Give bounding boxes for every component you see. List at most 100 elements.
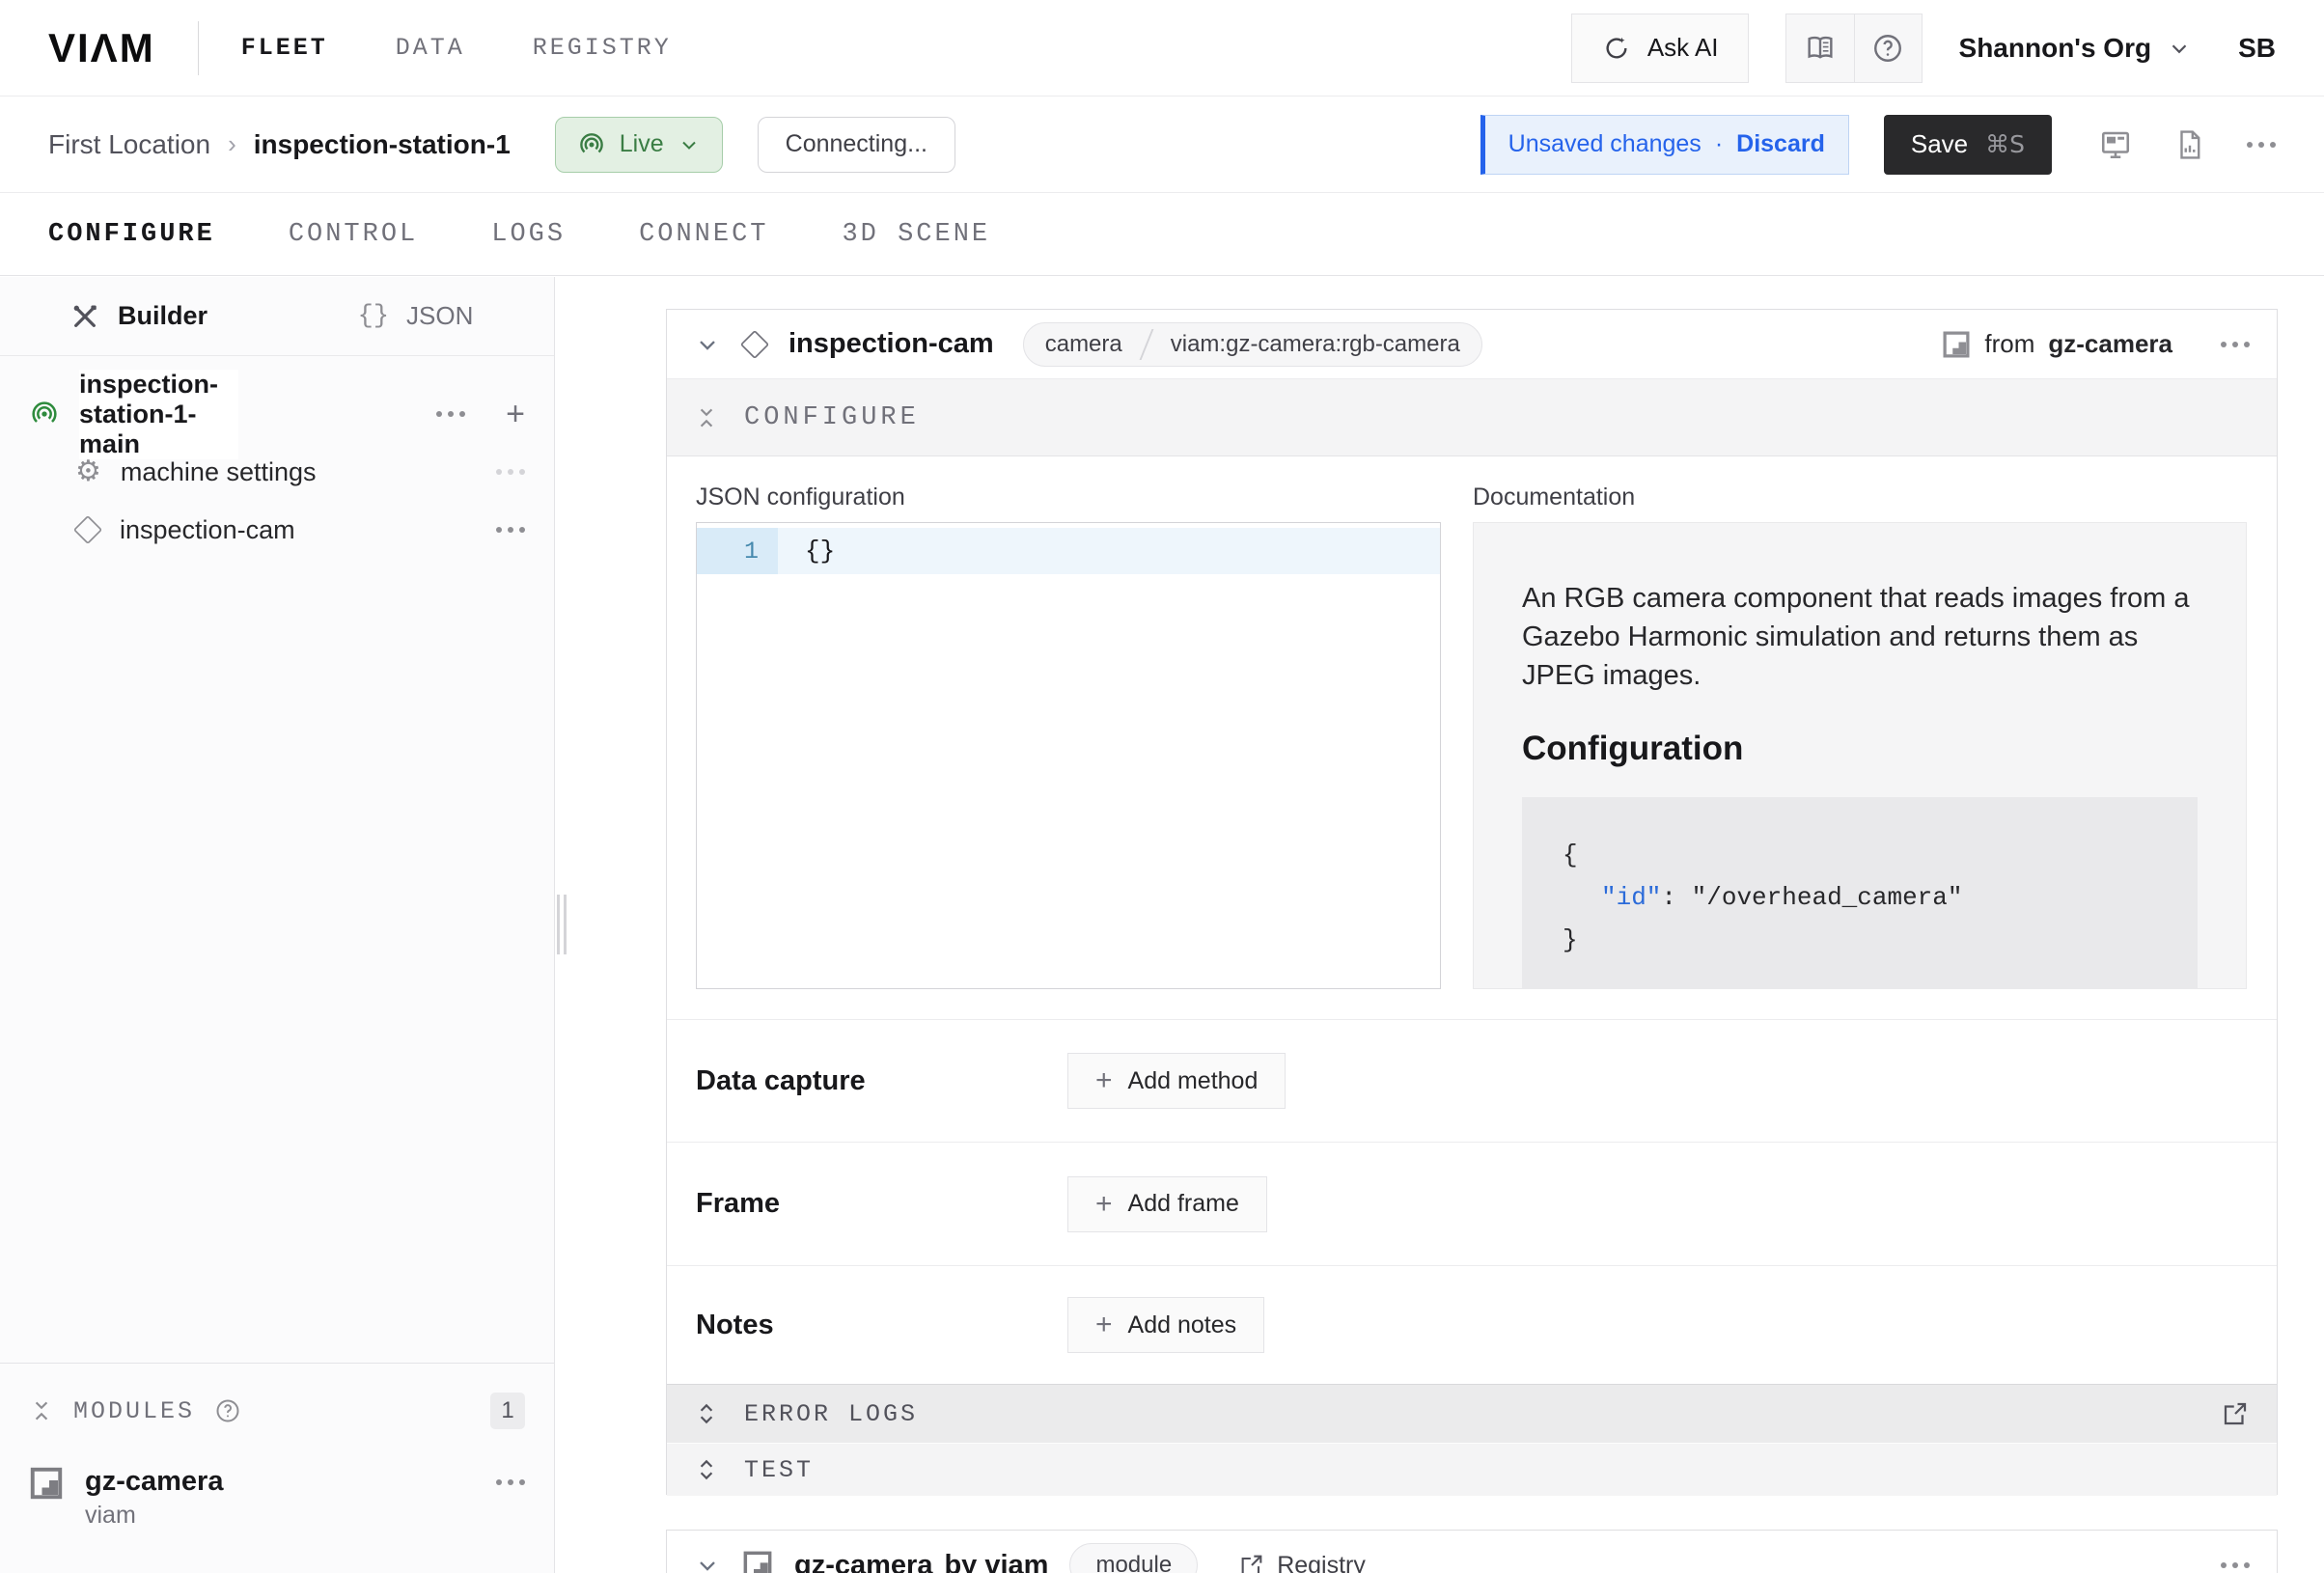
nav-data[interactable]: DATA: [396, 34, 465, 62]
tab-logs[interactable]: LOGS: [491, 220, 566, 249]
expand-icon: [694, 1457, 719, 1482]
notes-label: Notes: [696, 1310, 1067, 1341]
plus-icon: +: [1095, 1311, 1113, 1339]
breadcrumb-location[interactable]: First Location: [48, 129, 210, 160]
json-mode-toggle[interactable]: {} JSON: [277, 277, 554, 355]
code-close-brace: }: [1563, 925, 1578, 954]
live-part-icon: [29, 399, 60, 429]
save-label: Save: [1911, 129, 1968, 159]
connection-status-label: Connecting...: [786, 130, 927, 158]
nav-registry[interactable]: REGISTRY: [533, 34, 672, 62]
editor-code: {}: [778, 528, 1440, 574]
module-menu[interactable]: [496, 1479, 525, 1485]
component-card-menu[interactable]: [2221, 342, 2250, 347]
component-name-label: inspection-cam: [120, 515, 295, 545]
tree-item-main-part[interactable]: inspection-station-1-main +: [0, 385, 554, 443]
viam-logo[interactable]: VIΛM: [48, 25, 155, 71]
collapse-chevron-icon[interactable]: [694, 1552, 721, 1573]
braces-icon: {}: [358, 302, 389, 331]
component-card: inspection-cam camera viam:gz-camera:rgb…: [666, 309, 2278, 1495]
ask-ai-button[interactable]: Ask AI: [1571, 14, 1749, 83]
component-diamond-icon: [740, 329, 769, 358]
test-label: TEST: [744, 1456, 814, 1484]
config-main-area: inspection-cam camera viam:gz-camera:rgb…: [555, 277, 2324, 1573]
machine-settings-label: machine settings: [121, 457, 317, 487]
module-list-item[interactable]: gz-camera viam: [29, 1466, 525, 1530]
main-part-menu[interactable]: [436, 411, 465, 417]
module-card-by: by viam: [944, 1550, 1048, 1573]
docs-book-icon[interactable]: [1786, 14, 1854, 82]
save-button[interactable]: Save ⌘S: [1884, 115, 2052, 175]
plus-icon: +: [1095, 1066, 1113, 1095]
data-capture-row: Data capture + Add method: [667, 1019, 2277, 1142]
collapse-chevron-icon[interactable]: [694, 331, 721, 358]
tab-connect[interactable]: CONNECT: [639, 220, 768, 249]
add-frame-label: Add frame: [1128, 1190, 1239, 1218]
documentation-panel[interactable]: An RGB camera component that reads image…: [1473, 522, 2247, 989]
breadcrumb-separator: ›: [228, 129, 236, 159]
logs-document-icon[interactable]: [2173, 128, 2206, 161]
component-type: camera: [1024, 323, 1144, 366]
chevron-down-icon: [678, 133, 701, 156]
primary-nav: FLEET DATA REGISTRY: [241, 34, 672, 62]
collapse-icon[interactable]: [29, 1398, 54, 1423]
machine-status-dropdown[interactable]: Live: [555, 117, 723, 173]
doc-description: An RGB camera component that reads image…: [1522, 579, 2198, 695]
connection-status-button[interactable]: Connecting...: [758, 117, 955, 173]
module-chip: module: [1069, 1543, 1198, 1573]
registry-link[interactable]: Registry: [1238, 1552, 1366, 1573]
org-switcher[interactable]: Shannon's Org: [1959, 33, 2193, 64]
machine-name: inspection-station-1: [254, 129, 511, 160]
code-value: "/overhead_camera": [1692, 883, 1963, 912]
module-org: viam: [85, 1502, 223, 1530]
doc-code-block: { "id": "/overhead_camera" }: [1522, 797, 2198, 989]
add-method-button[interactable]: + Add method: [1067, 1053, 1286, 1109]
modules-help-icon[interactable]: [214, 1397, 241, 1424]
config-sidebar: Builder {} JSON inspection-station-1-mai…: [0, 277, 555, 1573]
json-config-label: JSON configuration: [696, 483, 905, 511]
notes-row: Notes + Add notes: [667, 1265, 2277, 1384]
machine-status-label: Live: [620, 130, 664, 158]
machine-overflow-menu[interactable]: [2247, 142, 2276, 148]
json-config-editor[interactable]: 1 {}: [696, 522, 1441, 989]
broadcast-icon: [577, 130, 606, 159]
component-menu[interactable]: [496, 527, 525, 533]
unsaved-separator: ·: [1715, 130, 1723, 158]
add-notes-label: Add notes: [1128, 1311, 1237, 1339]
error-logs-label: ERROR LOGS: [744, 1400, 918, 1428]
tab-configure[interactable]: CONFIGURE: [48, 220, 215, 249]
builder-label: Builder: [118, 301, 208, 331]
frame-row: Frame + Add frame: [667, 1142, 2277, 1265]
frame-label: Frame: [696, 1188, 1067, 1220]
json-toggle-label: JSON: [406, 301, 473, 331]
documentation-label: Documentation: [1473, 483, 1635, 511]
add-method-label: Add method: [1128, 1067, 1259, 1095]
error-logs-bar[interactable]: ERROR LOGS: [667, 1384, 2277, 1443]
machine-settings-menu[interactable]: [496, 469, 525, 475]
module-card-menu[interactable]: [2221, 1562, 2250, 1568]
tab-control[interactable]: CONTROL: [289, 220, 418, 249]
user-avatar[interactable]: SB: [2238, 33, 2276, 64]
add-notes-button[interactable]: + Add notes: [1067, 1297, 1264, 1353]
nav-fleet[interactable]: FLEET: [241, 34, 328, 62]
registry-label: Registry: [1277, 1552, 1366, 1573]
top-nav: VIΛM FLEET DATA REGISTRY Ask AI: [0, 0, 2324, 97]
tab-3d-scene[interactable]: 3D SCENE: [842, 220, 990, 249]
sidebar-resize-handle[interactable]: [557, 895, 567, 954]
gear-icon: ⚙: [75, 457, 101, 486]
from-module-name: gz-camera: [2048, 329, 2172, 359]
discard-button[interactable]: Discard: [1736, 130, 1825, 158]
builder-mode-toggle[interactable]: Builder: [0, 277, 277, 355]
open-external-icon[interactable]: [2221, 1399, 2250, 1428]
tree-item-inspection-cam[interactable]: inspection-cam: [0, 501, 554, 559]
plus-icon: +: [1095, 1190, 1113, 1219]
machine-page-icon[interactable]: [2098, 127, 2133, 162]
configure-section-label: CONFIGURE: [744, 403, 920, 432]
add-component-button[interactable]: +: [506, 398, 525, 430]
configure-section-bar[interactable]: CONFIGURE: [667, 379, 2277, 456]
code-colon: :: [1661, 883, 1691, 912]
add-frame-button[interactable]: + Add frame: [1067, 1176, 1267, 1232]
test-bar[interactable]: TEST: [667, 1443, 2277, 1496]
save-shortcut: ⌘S: [1985, 130, 2025, 158]
help-icon[interactable]: [1854, 14, 1922, 82]
